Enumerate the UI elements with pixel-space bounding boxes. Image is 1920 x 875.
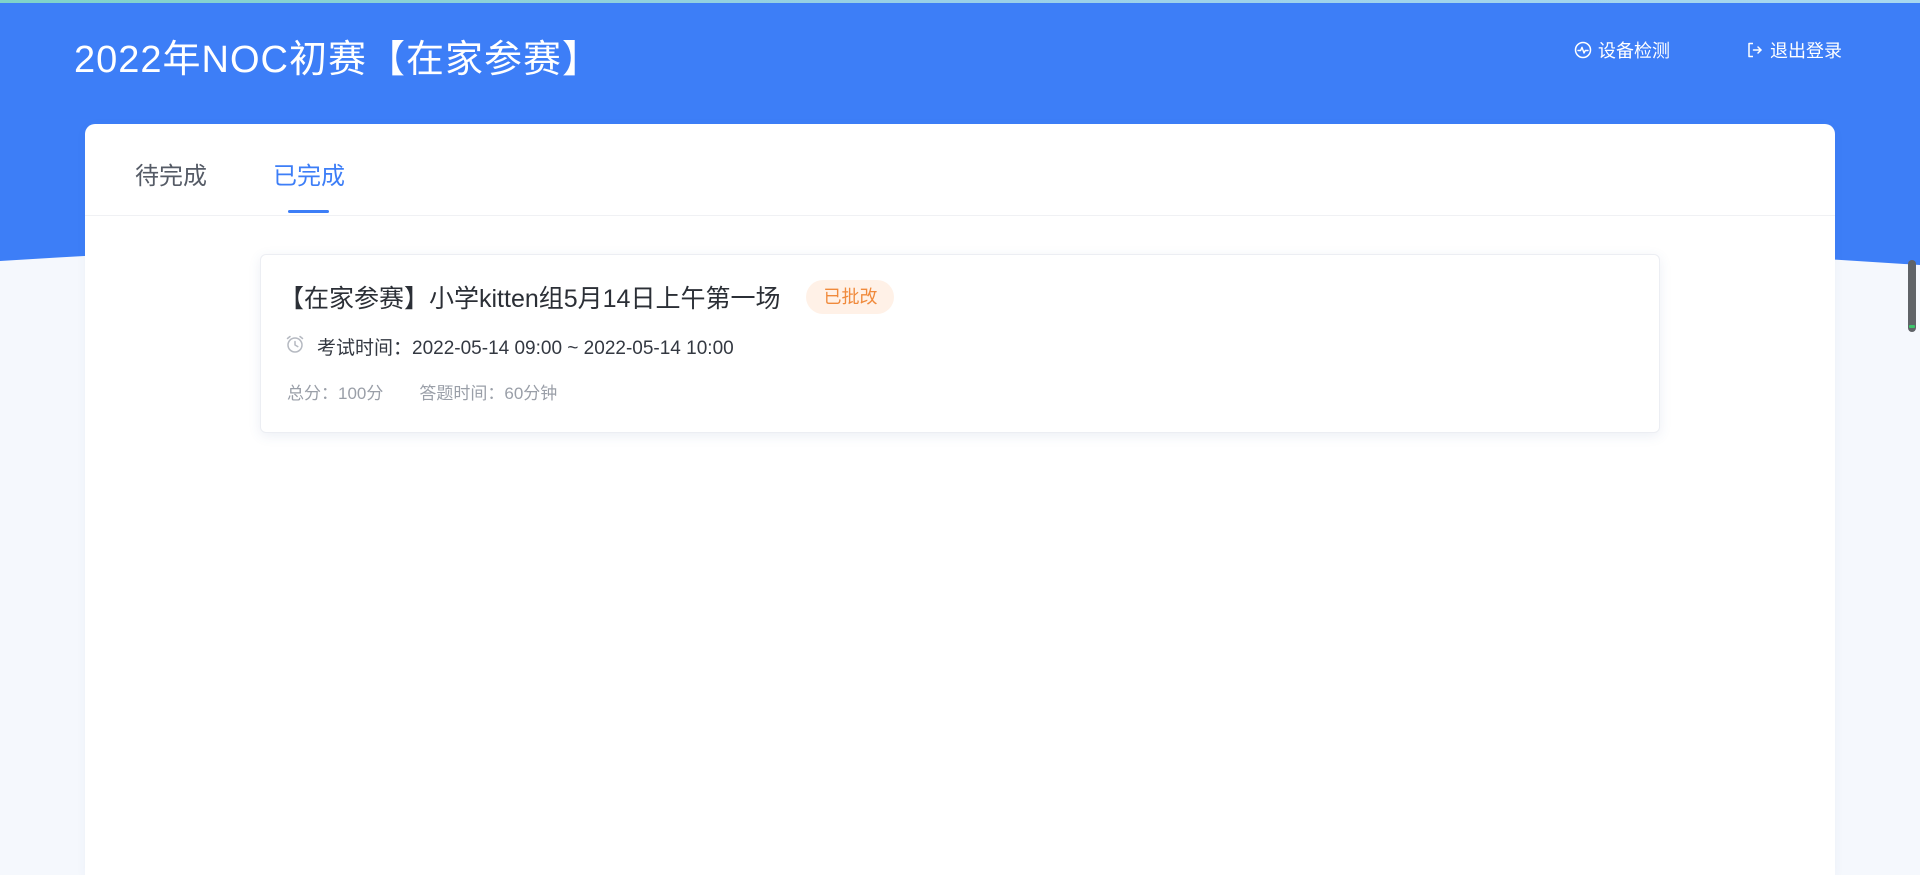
exam-title-row: 【在家参赛】小学kitten组5月14日上午第一场 已批改	[279, 279, 895, 315]
scrollbar-thumb[interactable]	[1908, 260, 1916, 332]
exam-meta-row: 总分：100分 答题时间：60分钟	[287, 379, 557, 404]
status-badge: 已批改	[806, 280, 895, 314]
tab-completed[interactable]: 已完成	[273, 156, 345, 191]
page-title: 2022年NOC初赛【在家参赛】	[74, 39, 601, 81]
exam-time-text: 考试时间：2022-05-14 09:00 ~ 2022-05-14 10:00	[317, 333, 734, 360]
pulse-circle-icon	[1574, 41, 1592, 59]
tab-pending[interactable]: 待完成	[135, 156, 207, 191]
exam-title: 【在家参赛】小学kitten组5月14日上午第一场	[279, 285, 781, 313]
exam-status-tabs: 待完成 已完成	[85, 124, 1835, 216]
device-check-button[interactable]: 设备检测	[1574, 38, 1670, 62]
exam-time-row: 考试时间：2022-05-14 09:00 ~ 2022-05-14 10:00	[285, 333, 734, 360]
exam-portal-page: 2022年NOC初赛【在家参赛】 设备检测 退出登录 待完成 已完成 【在家参赛…	[0, 0, 1920, 875]
alarm-clock-icon	[285, 334, 305, 360]
logout-button[interactable]: 退出登录	[1746, 38, 1842, 62]
exam-time-value: 2022-05-14 09:00 ~ 2022-05-14 10:00	[412, 338, 734, 359]
scrollbar-marker	[1909, 325, 1915, 328]
logout-icon	[1746, 41, 1764, 59]
exam-time-label: 考试时间：	[317, 338, 413, 359]
active-tab-indicator	[288, 210, 329, 213]
device-check-label: 设备检测	[1598, 41, 1670, 61]
exam-list-panel: 待完成 已完成 【在家参赛】小学kitten组5月14日上午第一场 已批改 考试…	[85, 124, 1835, 875]
total-score: 总分：100分	[287, 384, 384, 403]
exam-card[interactable]: 【在家参赛】小学kitten组5月14日上午第一场 已批改 考试时间：2022-…	[260, 254, 1660, 433]
answer-duration: 答题时间：60分钟	[419, 384, 558, 403]
logout-label: 退出登录	[1770, 41, 1842, 61]
